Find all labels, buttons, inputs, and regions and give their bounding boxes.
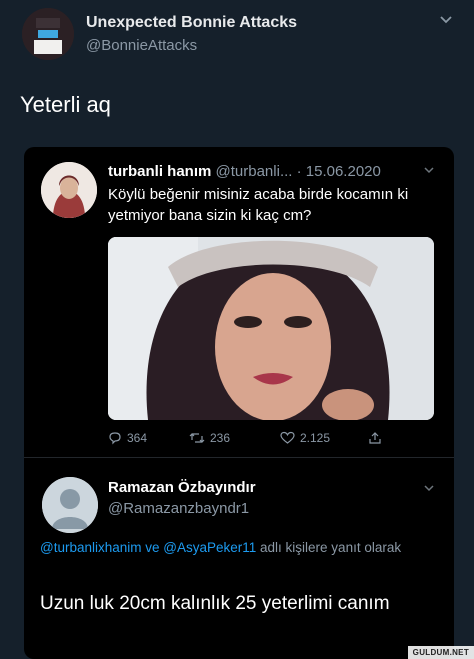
reply-icon	[109, 432, 121, 445]
share-action	[368, 431, 382, 445]
avatar[interactable]	[22, 8, 74, 60]
reply-context-text: adlı kişilere yanıt olarak	[260, 540, 402, 555]
heart-icon	[280, 431, 295, 444]
retweet-icon	[189, 433, 205, 443]
quoted-name: turbanli hanım	[108, 163, 212, 180]
watermark: GULDUM.NET	[407, 646, 474, 659]
quoted-handle-date: @turbanli... · 15.06.2020	[215, 163, 381, 180]
retweet-action: 236	[189, 431, 230, 445]
reply-text: Uzun luk 20cm kalınlık 25 yeterlimi canı…	[40, 593, 390, 614]
reply-context: @turbanlixhanim ve @AsyaPeker11 adlı kiş…	[40, 538, 440, 558]
chevron-down-icon[interactable]	[438, 12, 454, 28]
tweet-text: Yeterli aq	[20, 92, 111, 117]
divider	[24, 457, 454, 458]
quoted-photo	[108, 237, 434, 420]
chevron-down-icon	[422, 163, 436, 177]
chevron-down-icon	[422, 481, 436, 495]
reply-count: 364	[127, 431, 148, 445]
like-action: 2.125	[280, 431, 330, 445]
share-icon	[369, 432, 381, 444]
quoted-avatar	[41, 162, 97, 218]
reply-author-handle: @Ramazanzbayndr1	[108, 500, 250, 517]
reply-action: 364	[108, 431, 147, 445]
quoted-author: turbanli hanım @turbanli... · 15.06.2020	[108, 163, 381, 180]
retweet-count: 236	[210, 431, 231, 445]
reply-avatar	[42, 477, 98, 533]
display-name[interactable]: Unexpected Bonnie Attacks	[86, 14, 297, 32]
quoted-text: Köylü beğenir misiniz acaba birde kocamı…	[108, 186, 409, 224]
like-count: 2.125	[300, 431, 331, 445]
reply-mentions: @turbanlixhanim ve @AsyaPeker11	[40, 540, 257, 555]
reply-author-name: Ramazan Özbayındır	[108, 479, 256, 496]
quoted-screenshot: turbanli hanım @turbanli... · 15.06.2020…	[24, 147, 454, 659]
user-handle[interactable]: @BonnieAttacks	[86, 37, 197, 54]
